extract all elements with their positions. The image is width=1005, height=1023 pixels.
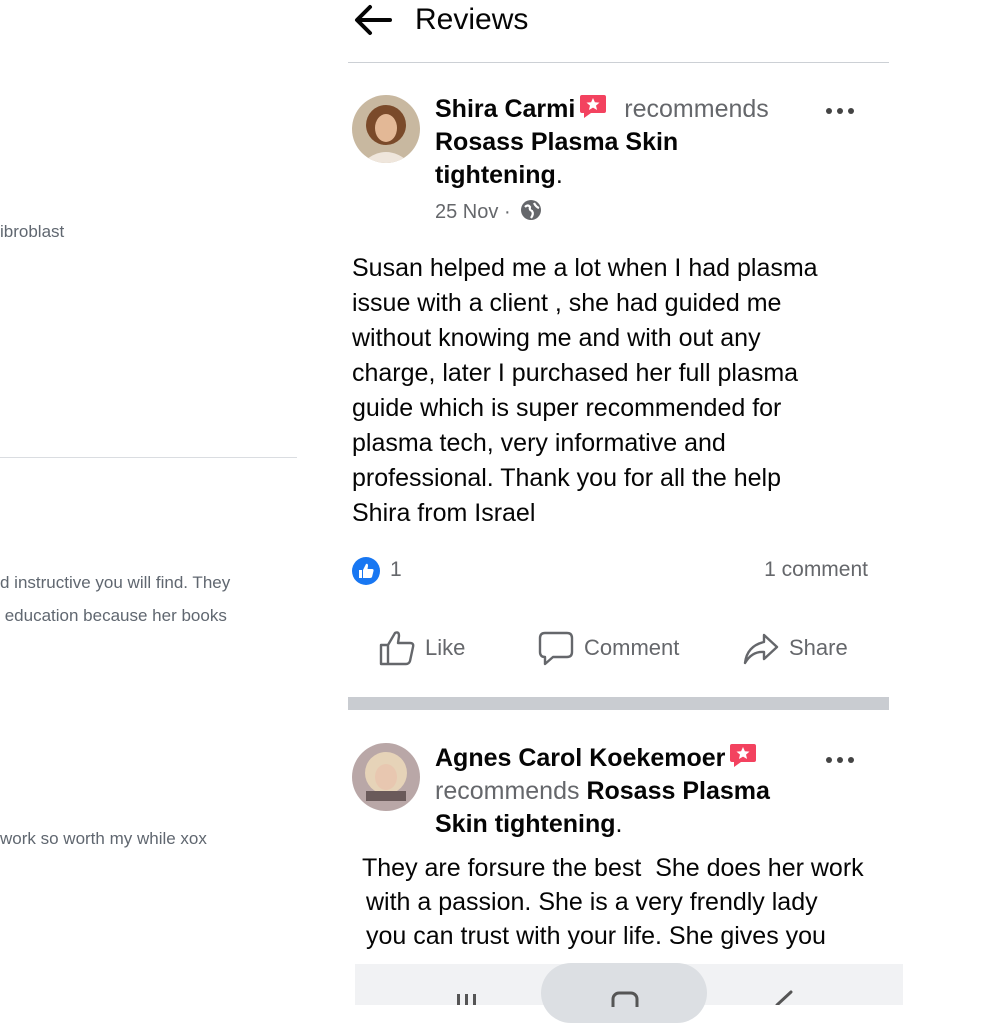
home-button[interactable]: [541, 963, 707, 1023]
recommended-page-line: recommends Rosass Plasma: [435, 775, 770, 808]
reviews-header: Reviews: [348, 0, 889, 62]
background-text-fragment: d instructive you will find. They: [0, 573, 231, 592]
recommended-page-link[interactable]: Skin tightening: [435, 810, 616, 838]
recommended-page-link[interactable]: tightening: [435, 161, 556, 189]
author-name[interactable]: Agnes Carol Koekemoer: [435, 744, 725, 772]
page-title: Reviews: [415, 3, 529, 36]
comment-button[interactable]: Comment: [537, 628, 679, 668]
reaction-count[interactable]: 1: [390, 558, 402, 582]
more-options-icon[interactable]: [826, 750, 860, 764]
system-navigation-bar: [355, 963, 903, 1023]
like-reaction-icon[interactable]: [352, 557, 380, 585]
back-arrow-icon[interactable]: [352, 2, 392, 38]
card-separator: [348, 697, 889, 710]
recommended-page-line: Rosass Plasma Skin: [435, 126, 678, 159]
reactions-bar: 1 1 comment: [352, 556, 872, 586]
share-label: Share: [789, 635, 848, 660]
like-label: Like: [425, 635, 466, 660]
back-nav-icon[interactable]: [769, 990, 795, 1005]
review-text: Susan helped me a lot when I had plasma …: [352, 254, 818, 527]
recommends-label: recommends: [435, 777, 580, 805]
recommended-page-line: Skin tightening.: [435, 810, 623, 838]
recommended-page-line: tightening.: [435, 161, 563, 189]
review-text: They are forsure the best She does her w…: [362, 854, 864, 950]
comment-label: Comment: [584, 635, 680, 660]
thumbs-up-icon: [379, 631, 415, 666]
background-text-fragment: ibroblast: [0, 222, 65, 241]
background-divider: [0, 457, 297, 458]
recommended-page-link[interactable]: Rosass Plasma: [586, 777, 769, 805]
header-divider: [348, 62, 889, 63]
avatar[interactable]: [352, 743, 420, 811]
background-text-fragment: work so worth my while xox: [0, 829, 207, 848]
author-name[interactable]: Shira Carmi: [435, 95, 575, 123]
comment-icon: [538, 631, 574, 666]
review-header-line: Shira Carmi recommends: [435, 93, 769, 126]
post-date[interactable]: 25 Nov: [435, 201, 498, 223]
recent-apps-icon[interactable]: [455, 994, 479, 1005]
recommends-label: recommends: [624, 95, 769, 123]
share-button[interactable]: Share: [742, 628, 848, 668]
recommended-page-link[interactable]: Rosass Plasma Skin: [435, 128, 678, 156]
reviews-panel: Reviews Shira Carmi recommends Rosass Pl…: [348, 0, 889, 1005]
recommend-badge-icon: [730, 744, 757, 767]
comment-count[interactable]: 1 comment: [764, 558, 868, 582]
more-options-icon[interactable]: [826, 101, 860, 115]
globe-icon: [521, 200, 542, 220]
review-header-line: Agnes Carol Koekemoer: [435, 742, 757, 775]
post-meta: 25 Nov ·: [435, 199, 542, 224]
share-icon: [743, 633, 779, 665]
like-button[interactable]: Like: [378, 628, 465, 668]
avatar[interactable]: [352, 95, 420, 163]
background-text-fragment: education because her books: [0, 606, 227, 625]
recommend-badge-icon: [580, 95, 607, 118]
